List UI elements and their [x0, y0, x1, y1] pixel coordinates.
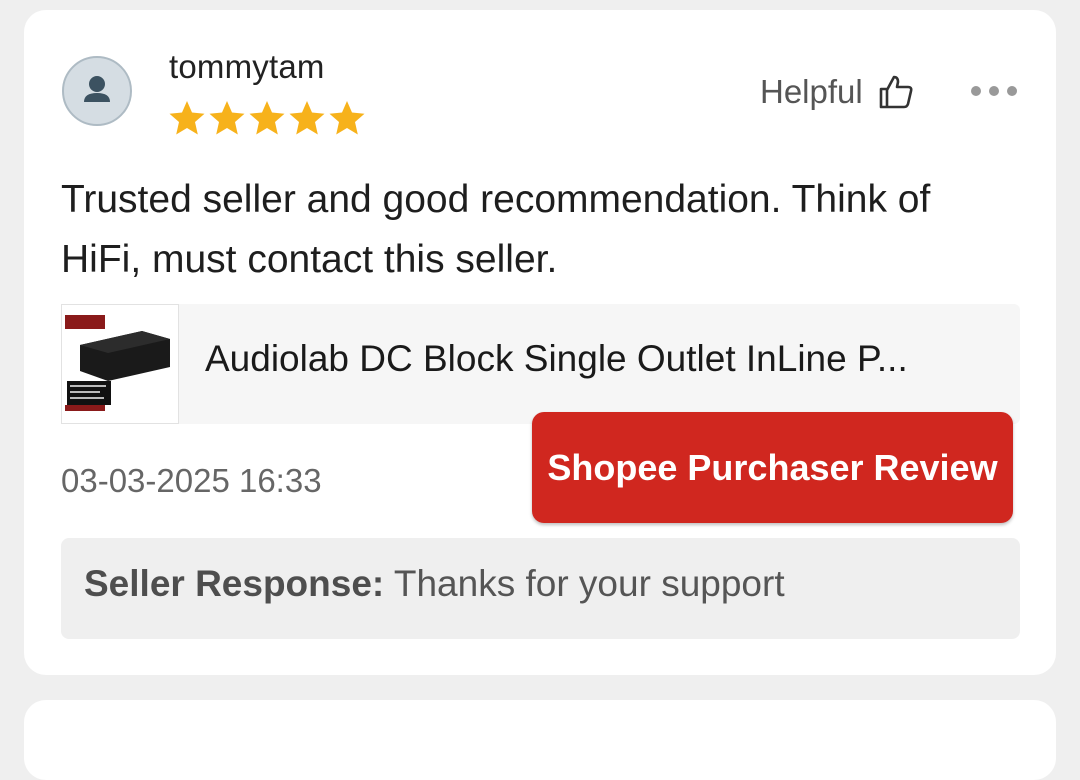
- thumbs-up-icon: [879, 75, 913, 109]
- star-icon: [329, 101, 365, 135]
- avatar[interactable]: [62, 56, 132, 126]
- star-icon: [169, 101, 205, 135]
- rating-stars: [167, 98, 367, 138]
- seller-response-text: Thanks for your support: [393, 563, 785, 604]
- more-options-button[interactable]: [964, 74, 1030, 108]
- star-icon: [209, 101, 245, 135]
- product-link[interactable]: Audiolab DC Block Single Outlet InLine P…: [61, 304, 1020, 424]
- helpful-button[interactable]: Helpful: [760, 70, 915, 114]
- helpful-label: Helpful: [760, 73, 863, 110]
- person-icon: [84, 76, 110, 102]
- review-text: Trusted seller and good recommendation. …: [61, 178, 931, 281]
- purchaser-review-badge: Shopee Purchaser Review: [532, 412, 1013, 523]
- product-image: [64, 307, 176, 421]
- more-dots-icon: [971, 86, 1017, 96]
- seller-response-label: Seller Response:: [84, 563, 385, 604]
- seller-response-content: Seller Response: Thanks for your support: [84, 563, 785, 605]
- star-icon: [249, 101, 285, 135]
- reviewer-username[interactable]: tommytam: [169, 48, 325, 86]
- star-icon: [289, 101, 325, 135]
- review-date: 03-03-2025 16:33: [61, 462, 322, 499]
- product-name: Audiolab DC Block Single Outlet InLine P…: [205, 338, 908, 379]
- review-card: tommytam Helpful Trusted seller and good…: [24, 10, 1056, 675]
- product-thumbnail: [61, 304, 179, 424]
- seller-response: Seller Response: Thanks for your support: [61, 538, 1020, 639]
- next-review-card: [24, 700, 1056, 780]
